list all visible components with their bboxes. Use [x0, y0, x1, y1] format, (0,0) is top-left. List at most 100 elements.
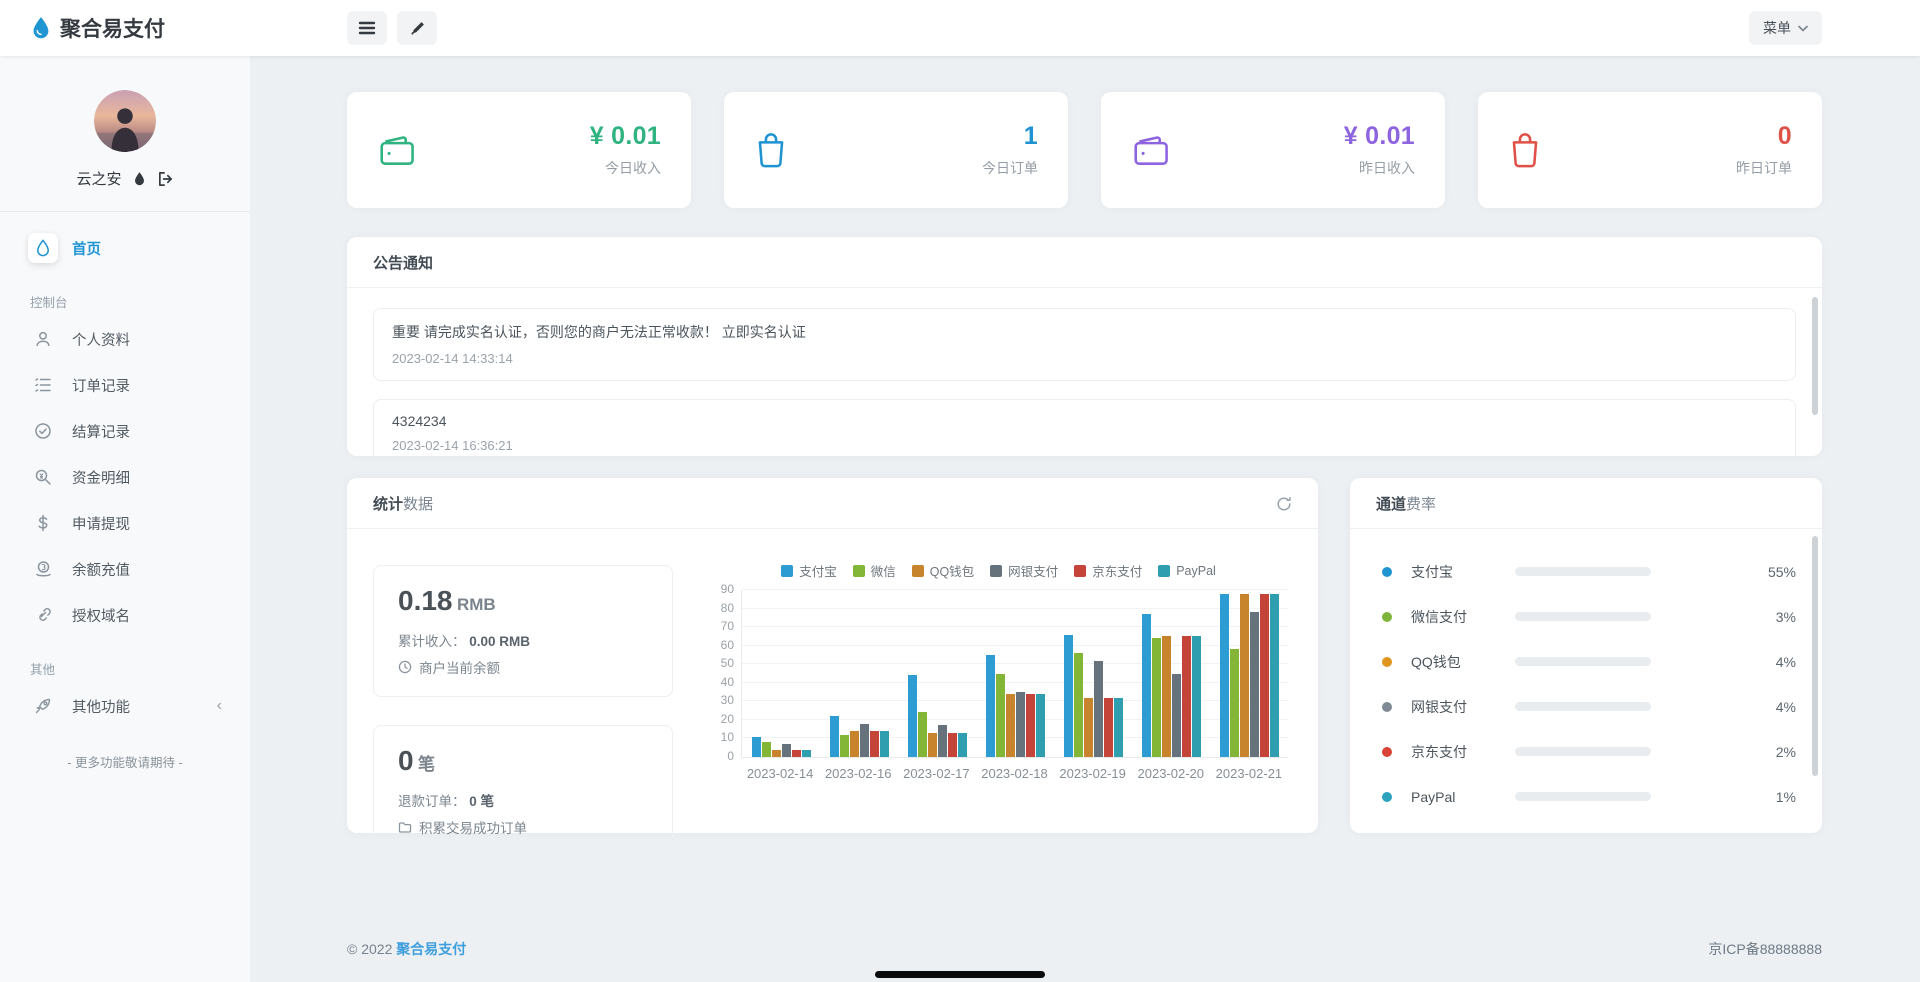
- bar-微信: [1152, 638, 1161, 757]
- bar-groups: [742, 590, 1288, 757]
- channel-rate: 3%: [1651, 609, 1796, 625]
- stat-card: ¥ 0.01 昨日收入: [1101, 92, 1445, 208]
- bar-group: [1210, 590, 1288, 757]
- sidebar-item-home[interactable]: 首页: [0, 228, 250, 268]
- main-content: ¥ 0.01 今日收入 1 今日订单 ¥ 0.01 昨日收入: [250, 56, 1920, 982]
- legend-item[interactable]: QQ钱包: [912, 561, 974, 580]
- sidebar-nav: 首页 控制台 个人资料 订单记录 结算记录 资金明细: [0, 212, 250, 771]
- sidebar-item-orders[interactable]: 订单记录: [0, 365, 250, 405]
- bar-京东支付: [1260, 594, 1269, 757]
- stat-value: 0: [1736, 122, 1792, 151]
- sidebar-item-funds[interactable]: 资金明细: [0, 457, 250, 497]
- y-axis-tick: 80: [702, 601, 734, 615]
- stat-label: 今日订单: [982, 158, 1038, 178]
- balance-box: 0.18 RMB 累计收入： 0.00 RMB 商户当前余额: [373, 565, 673, 697]
- channel-row: 网银支付4%: [1370, 684, 1796, 729]
- stat-card: 0 昨日订单: [1478, 92, 1822, 208]
- theme-brush-button[interactable]: [397, 11, 437, 45]
- legend-item[interactable]: 微信: [853, 561, 896, 580]
- folder-icon: [398, 821, 412, 834]
- chevron-left-icon: ‹: [217, 697, 222, 715]
- sidebar-item-label: 首页: [72, 238, 101, 259]
- channel-name: 京东支付: [1411, 742, 1515, 762]
- bar-QQ钱包: [772, 750, 781, 757]
- channel-name: PayPal: [1411, 789, 1515, 805]
- y-axis-tick: 20: [702, 712, 734, 726]
- bar-QQ钱包: [1240, 594, 1249, 757]
- sidebar-item-profile[interactable]: 个人资料: [0, 319, 250, 359]
- orders-line-value: 0 笔: [469, 794, 494, 809]
- bar-微信: [918, 712, 927, 757]
- announcement-item[interactable]: 重要 请完成实名认证，否则您的商户无法正常收款！ 立即实名认证 2023-02-…: [373, 308, 1796, 381]
- sidebar-toggle-button[interactable]: [347, 11, 387, 45]
- refresh-icon: [1276, 496, 1292, 512]
- channel-dot: [1382, 747, 1392, 757]
- announcements-header: 公告通知: [347, 237, 1822, 288]
- menu-dropdown-button[interactable]: 菜单: [1749, 11, 1822, 45]
- bar-京东支付: [870, 731, 879, 757]
- check-circle-icon: [28, 416, 58, 446]
- bar-PayPal: [1036, 694, 1045, 757]
- orders-value: 0: [398, 745, 414, 776]
- bar-group: [742, 590, 820, 757]
- channel-row: 京东支付 2%: [1370, 729, 1796, 774]
- sidebar-item-domains[interactable]: 授权域名: [0, 595, 250, 635]
- bar-网银支付: [782, 744, 791, 757]
- sidebar-item-recharge[interactable]: 余额充值: [0, 549, 250, 589]
- balance-unit: RMB: [457, 595, 496, 614]
- legend-item[interactable]: 支付宝: [781, 561, 837, 580]
- bar-微信: [1230, 649, 1239, 757]
- scrollbar-thumb[interactable]: [1812, 297, 1818, 415]
- y-axis-tick: 50: [702, 656, 734, 670]
- stat-card: 1 今日订单: [724, 92, 1068, 208]
- sidebar-item-settlements[interactable]: 结算记录: [0, 411, 250, 451]
- channel-name: 微信支付: [1411, 607, 1515, 627]
- legend-swatch: [853, 565, 865, 577]
- bar-微信: [840, 735, 849, 757]
- sidebar-item-withdraw[interactable]: 申请提现: [0, 503, 250, 543]
- avatar[interactable]: [94, 90, 156, 152]
- stat-card: ¥ 0.01 今日收入: [347, 92, 691, 208]
- x-axis-tick: 2023-02-19: [1054, 766, 1132, 781]
- channel-progress: [1515, 702, 1651, 711]
- header-toolbar: [347, 11, 437, 45]
- bar-网银支付: [938, 725, 947, 757]
- legend-label: QQ钱包: [930, 561, 974, 580]
- bar-QQ钱包: [928, 733, 937, 757]
- channel-list: 支付宝55%微信支付3%QQ钱包4%网银支付4%京东支付2%PayPal1%: [1350, 529, 1822, 819]
- scrollbar-thumb[interactable]: [1812, 536, 1818, 776]
- announcements-title: 公告通知: [373, 252, 433, 273]
- dollar-icon: [28, 508, 58, 538]
- channel-dot: [1382, 567, 1392, 577]
- bar-网银支付: [1016, 692, 1025, 757]
- channel-name: 支付宝: [1411, 562, 1515, 582]
- bar-支付宝: [830, 716, 839, 757]
- statistics-card: 统计数据 0.18 RMB 累计收入：: [347, 478, 1318, 833]
- orders-box: 0 笔 退款订单： 0 笔 积累交易成功订单: [373, 725, 673, 857]
- statistics-header: 统计数据: [347, 478, 1318, 529]
- channel-rate: 2%: [1651, 744, 1796, 760]
- stat-cards-row: ¥ 0.01 今日收入 1 今日订单 ¥ 0.01 昨日收入: [347, 92, 1822, 208]
- legend-item[interactable]: 京东支付: [1074, 561, 1142, 580]
- clock-icon: [398, 660, 412, 674]
- sidebar-item-other-features[interactable]: 其他功能 ‹: [0, 686, 250, 726]
- sidebar-section-label: 控制台: [0, 274, 250, 319]
- bar-京东支付: [1182, 636, 1191, 757]
- announcement-item[interactable]: 4324234 2023-02-14 16:36:21: [373, 399, 1796, 456]
- channel-rate: 4%: [1651, 699, 1796, 715]
- sidebar-item-label: 其他功能: [72, 696, 130, 717]
- announcement-text: 4324234: [392, 413, 1777, 429]
- droplet-icon[interactable]: [133, 171, 146, 187]
- legend-item[interactable]: PayPal: [1158, 561, 1216, 580]
- logout-icon[interactable]: [157, 171, 174, 187]
- x-axis-tick: 2023-02-18: [975, 766, 1053, 781]
- bar-QQ钱包: [1162, 636, 1171, 757]
- stat-label: 昨日收入: [1344, 158, 1415, 178]
- refresh-button[interactable]: [1276, 496, 1292, 512]
- legend-item[interactable]: 网银支付: [990, 561, 1058, 580]
- footer-brand-link[interactable]: 聚合易支付: [396, 941, 466, 957]
- y-axis-tick: 10: [702, 730, 734, 744]
- bar-group: [976, 590, 1054, 757]
- bar-支付宝: [908, 675, 917, 757]
- channel-row: PayPal1%: [1370, 774, 1796, 819]
